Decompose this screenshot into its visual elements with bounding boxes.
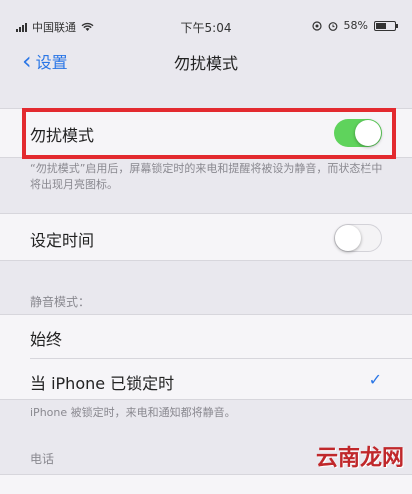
status-right: 58% [311,19,398,32]
highlight-box [22,108,396,159]
watermark-logo: 云南龙网 [315,445,404,471]
toggle-knob [335,225,361,251]
phone-section-header: 电话 [30,452,55,466]
status-bar: 中国联通 下午5:04 58% [0,0,412,40]
option-label: 当 iPhone 已锁定时 [30,374,175,393]
schedule-toggle[interactable] [334,224,382,252]
checkmark-icon: ✓ [368,370,382,389]
silence-section-header: 静音模式： [30,295,91,309]
silence-group: 始终 当 iPhone 已锁定时 ✓ [0,314,412,400]
battery-percent: 58% [343,19,368,32]
navigation-bar: ‹ 设置 勿扰模式 [0,40,412,80]
schedule-label: 设定时间 [30,231,95,250]
alarm-icon [328,21,337,31]
option-label: 始终 [30,330,63,349]
location-icon [311,20,322,31]
silence-footnote: iPhone 被锁定时，来电和通知都将静音。 [30,406,236,419]
battery-icon [374,20,398,31]
silence-option-always[interactable]: 始终 [0,315,412,358]
schedule-row: 设定时间 [0,213,412,261]
silence-option-locked[interactable]: 当 iPhone 已锁定时 ✓ [0,359,412,401]
phone-group [0,474,412,494]
dnd-footnote: “勿扰模式”启用后，屏幕锁定时的来电和提醒将被设为静音，而状态栏中将出现月亮图标… [30,162,383,191]
page-title: 勿扰模式 [173,54,238,73]
